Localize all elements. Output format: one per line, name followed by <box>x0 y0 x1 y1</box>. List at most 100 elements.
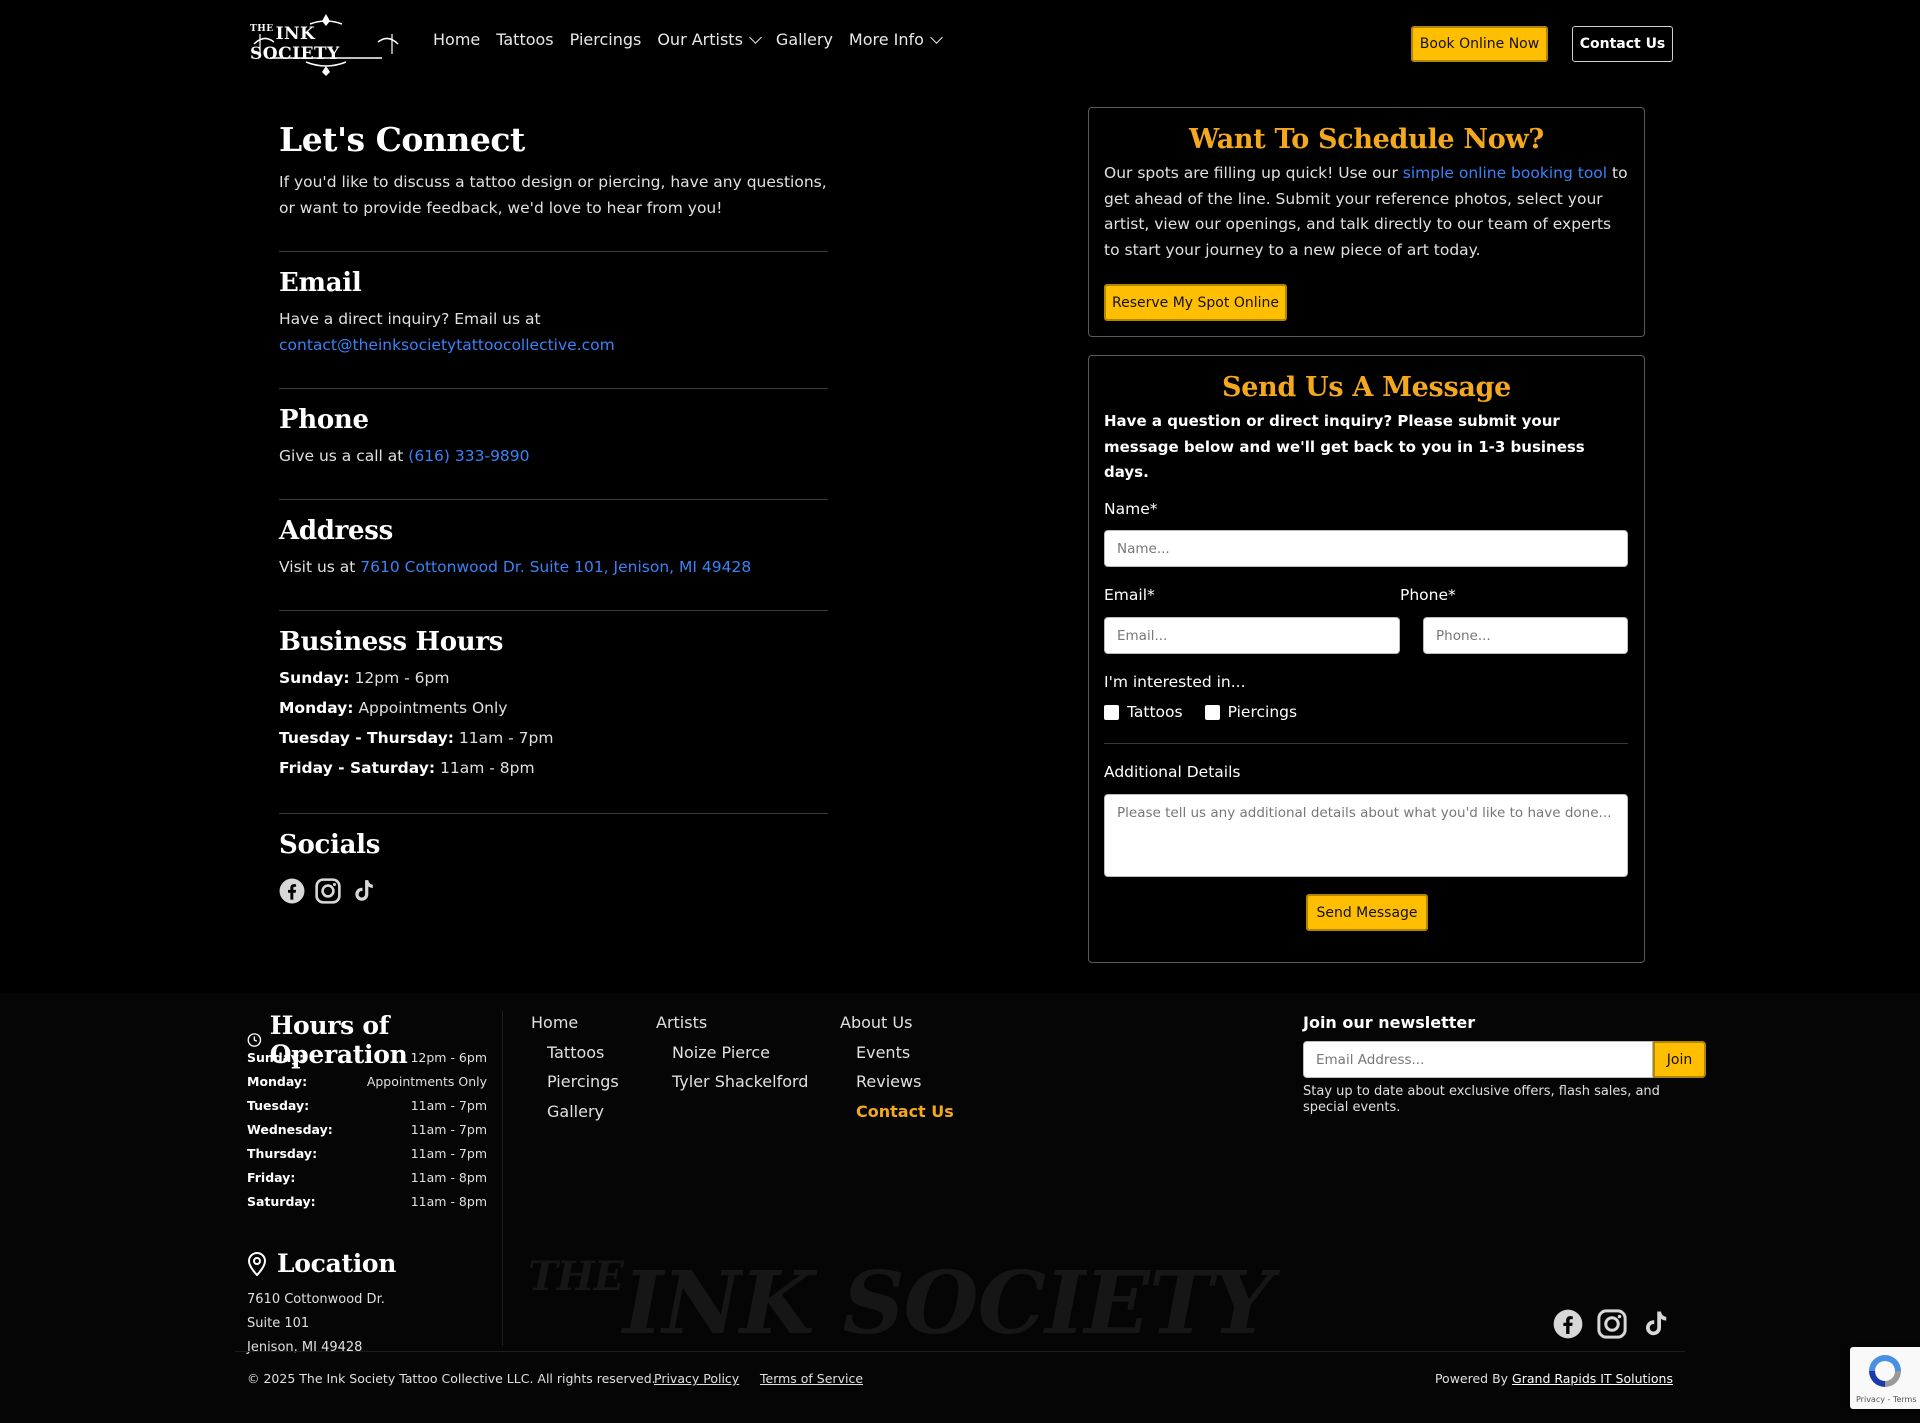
phone-heading: Phone <box>279 405 369 435</box>
schedule-card: Want To Schedule Now? Our spots are fill… <box>1088 107 1645 337</box>
email-text: Have a direct inquiry? Email us at <box>279 310 541 328</box>
name-input[interactable]: Name... <box>1104 530 1628 567</box>
footer-link-reviews[interactable]: Reviews <box>856 1072 921 1091</box>
business-hours-heading: Business Hours <box>279 627 504 657</box>
tiktok-icon[interactable] <box>351 878 377 904</box>
footer-location-heading-row: Location <box>247 1249 396 1278</box>
interest-label: I'm interested in... <box>1104 673 1246 691</box>
footer-link-home[interactable]: Home <box>531 1013 578 1032</box>
phone-text: Give us a call at <box>279 447 404 465</box>
chevron-down-icon <box>749 30 762 44</box>
terms-of-service-link[interactable]: Terms of Service <box>760 1371 863 1386</box>
schedule-text: Our spots are filling up quick! Use our … <box>1104 164 1628 259</box>
privacy-policy-link[interactable]: Privacy Policy <box>654 1371 739 1386</box>
social-links <box>279 878 828 904</box>
tiktok-icon[interactable] <box>1641 1309 1671 1339</box>
facebook-icon[interactable] <box>279 878 305 904</box>
powered-by-link[interactable]: Grand Rapids IT Solutions <box>1512 1371 1673 1386</box>
footer-link-gallery[interactable]: Gallery <box>547 1102 604 1121</box>
powered-by: Powered By Grand Rapids IT Solutions <box>1434 1371 1673 1386</box>
message-intro: Have a question or direct inquiry? Pleas… <box>1104 412 1585 481</box>
nav-piercings[interactable]: Piercings <box>570 30 642 49</box>
footer-location-heading: Location <box>277 1249 397 1278</box>
message-card: Send Us A Message Have a question or dir… <box>1088 355 1645 963</box>
recaptcha-text[interactable]: Privacy - Terms <box>1856 1395 1917 1404</box>
footer-watermark-logo: THEINK SOCIETY <box>528 1253 1273 1354</box>
nav-tattoos[interactable]: Tattoos <box>496 30 553 49</box>
footer-hours-row: Sunday: 12pm - 6pm <box>247 1050 487 1065</box>
email-input[interactable]: Email... <box>1104 617 1400 654</box>
hours-row: Sunday: 12pm - 6pm <box>279 669 450 687</box>
footer-link-noize-pierce[interactable]: Noize Pierce <box>672 1043 770 1062</box>
site-footer: Hours of Operation Sunday: 12pm - 6pm Mon… <box>0 993 1920 1423</box>
schedule-title: Want To Schedule Now? <box>1189 124 1544 155</box>
tattoos-option-label: Tattoos <box>1127 703 1183 721</box>
footer-hours-row: Friday: 11am - 8pm <box>247 1170 487 1185</box>
phone-label: Phone* <box>1400 586 1456 604</box>
footer-link-contact-us[interactable]: Contact Us <box>856 1102 954 1121</box>
footer-link-piercings[interactable]: Piercings <box>547 1072 619 1091</box>
footer-vertical-divider <box>502 1011 503 1346</box>
recaptcha-badge[interactable]: Privacy - Terms <box>1850 1347 1920 1409</box>
contact-us-button[interactable]: Contact Us <box>1572 26 1673 62</box>
facebook-icon[interactable] <box>1553 1309 1583 1339</box>
tattoos-checkbox[interactable] <box>1104 704 1119 720</box>
divider <box>279 813 828 814</box>
footer-link-events[interactable]: Events <box>856 1043 910 1062</box>
address-heading: Address <box>279 516 393 546</box>
nav-more-info[interactable]: More Info <box>849 30 943 49</box>
nav-home[interactable]: Home <box>433 30 480 49</box>
footer-link-about-us[interactable]: About Us <box>840 1013 912 1032</box>
site-header: THE INK SOCIETY Home Tattoos Piercings Ou… <box>0 0 1920 88</box>
reserve-spot-button[interactable]: Reserve My Spot Online <box>1104 284 1287 321</box>
email-label: Email* <box>1104 586 1155 604</box>
footer-link-tattoos[interactable]: Tattoos <box>547 1043 604 1062</box>
divider <box>279 388 828 389</box>
newsletter-email-input[interactable]: Email Address... <box>1303 1041 1653 1078</box>
footer-hours-row: Tuesday: 11am - 7pm <box>247 1098 487 1113</box>
newsletter-heading: Join our newsletter <box>1303 1013 1476 1032</box>
divider <box>279 610 828 611</box>
footer-social-links <box>1553 1309 1671 1339</box>
piercings-option-label: Piercings <box>1227 703 1298 721</box>
divider <box>279 499 828 500</box>
message-title: Send Us A Message <box>1222 372 1511 403</box>
details-textarea[interactable]: Please tell us any additional details ab… <box>1104 794 1628 877</box>
recaptcha-icon <box>1869 1355 1901 1387</box>
address-link[interactable]: 7610 Cottonwood Dr. Suite 101, Jenison, … <box>360 558 751 576</box>
hours-row: Tuesday - Thursday: 11am - 7pm <box>279 729 554 747</box>
phone-link[interactable]: (616) 333-9890 <box>408 447 529 465</box>
nav-our-artists[interactable]: Our Artists <box>657 30 762 49</box>
email-link[interactable]: contact@theinksocietytattoocollective.co… <box>279 332 828 358</box>
phone-line: Give us a call at (616) 333-9890 <box>279 443 828 469</box>
nav-gallery[interactable]: Gallery <box>776 30 833 49</box>
details-label: Additional Details <box>1104 763 1241 781</box>
name-label: Name* <box>1104 500 1158 518</box>
footer-hours: Hours of Operation Sunday: 12pm - 6pm Mon… <box>247 1011 487 1355</box>
site-logo[interactable]: THE INK SOCIETY <box>250 12 402 76</box>
footer-hours-row: Monday: Appointments Only <box>247 1074 487 1089</box>
hours-row: Friday - Saturday: 11am - 8pm <box>279 759 535 777</box>
main-nav: Home Tattoos Piercings Our Artists Galle… <box>433 30 943 49</box>
footer-link-tyler-shackelford[interactable]: Tyler Shackelford <box>672 1072 808 1091</box>
address-text: Visit us at <box>279 558 356 576</box>
map-pin-icon <box>247 1251 267 1276</box>
instagram-icon[interactable] <box>1597 1309 1627 1339</box>
footer-link-artists[interactable]: Artists <box>656 1013 707 1032</box>
send-message-button[interactable]: Send Message <box>1306 894 1428 931</box>
divider <box>1104 743 1628 744</box>
footer-divider <box>235 1351 1685 1352</box>
page-title: Let's Connect <box>279 120 525 159</box>
logo-wordmark: THE INK SOCIETY <box>250 24 340 64</box>
footer-hours-row: Thursday: 11am - 7pm <box>247 1146 487 1161</box>
book-online-button[interactable]: Book Online Now <box>1411 26 1548 62</box>
instagram-icon[interactable] <box>315 878 341 904</box>
footer-hours-row: Saturday: 11am - 8pm <box>247 1194 487 1209</box>
business-hours-list: Sunday: 12pm - 6pm Monday: Appointments … <box>279 663 828 783</box>
chevron-down-icon <box>930 30 943 44</box>
copyright: © 2025 The Ink Society Tattoo Collective… <box>247 1371 656 1386</box>
phone-input[interactable]: Phone... <box>1423 617 1628 654</box>
booking-tool-link[interactable]: simple online booking tool <box>1403 164 1607 182</box>
piercings-checkbox[interactable] <box>1204 704 1220 720</box>
newsletter-join-button[interactable]: Join <box>1653 1041 1706 1078</box>
